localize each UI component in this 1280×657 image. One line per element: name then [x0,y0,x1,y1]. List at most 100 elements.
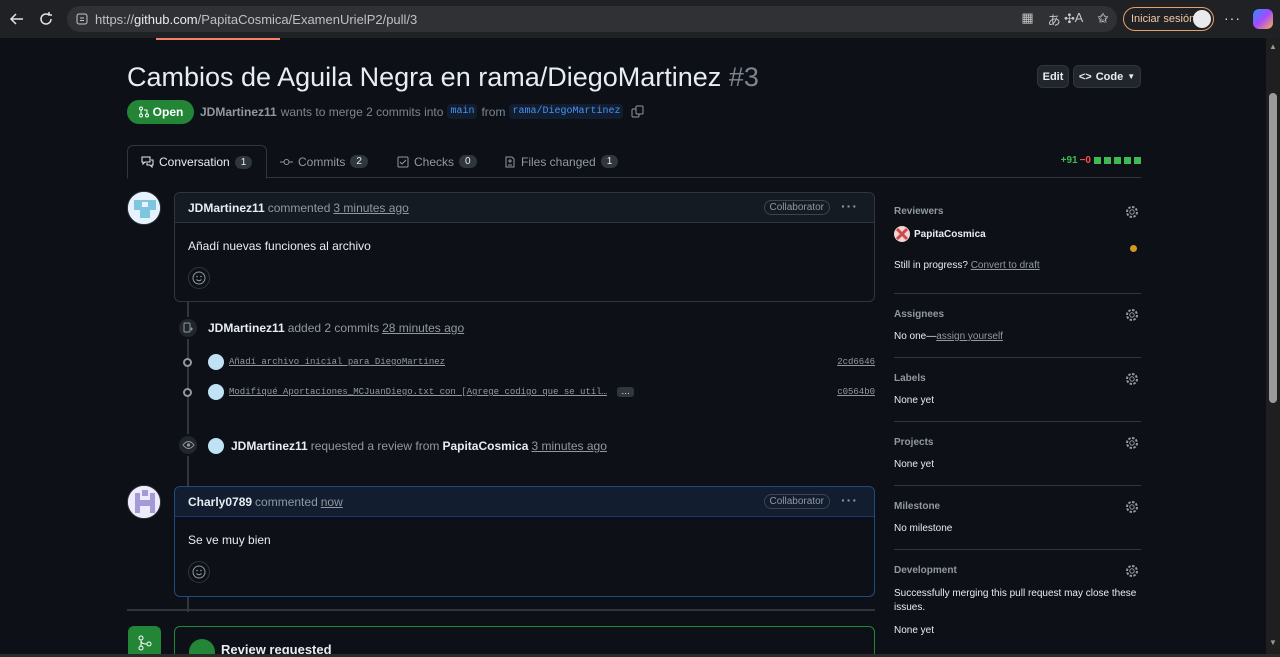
url-text: https://github.com/PapitaCosmica/ExamenU… [95,11,418,27]
tab-count: 1 [600,155,619,168]
page-scrollbar[interactable]: ▲ ▼ [1266,38,1280,654]
avatar[interactable] [127,191,161,225]
commits-event: JDMartinez11 added 2 commits 28 minutes … [208,321,464,335]
diffstat: +91 −0 [1061,155,1141,166]
add-reaction-button[interactable] [188,267,210,289]
profile-avatar-icon [1193,10,1211,28]
gear-icon[interactable] [1125,436,1139,450]
commit-dot-icon [183,357,192,367]
favorites-icon[interactable]: ✩ [1097,10,1109,27]
eye-icon [177,434,199,456]
reload-icon[interactable] [35,8,57,30]
gear-icon[interactable] [1125,308,1139,322]
event-author[interactable]: JDMartinez11 [208,321,285,335]
commit-author-avatar[interactable] [208,384,224,400]
smiley-icon [192,271,206,285]
pr-author-link[interactable]: JDMartinez11 [200,105,277,119]
add-reaction-button[interactable] [188,561,210,583]
scrollbar-thumb[interactable] [1269,93,1277,403]
pr-meta: JDMartinez11 wants to merge 2 commits in… [200,104,644,119]
labels-value: None yet [894,395,935,406]
tab-commits[interactable]: Commits 2 [280,145,368,178]
checklist-icon [397,156,409,167]
copy-icon[interactable] [631,105,644,118]
gear-icon[interactable] [1125,500,1139,514]
site-info-icon[interactable] [75,12,89,26]
comment-box: JDMartinez11 commented 3 minutes ago Col… [174,192,875,302]
event-author[interactable]: JDMartinez11 [231,439,308,453]
tab-checks[interactable]: Checks 0 [397,145,477,178]
commit-message[interactable]: Añadí archivo inicial para DiegoMartinez [229,357,445,367]
diffstat-block [1104,157,1111,164]
event-author-avatar[interactable] [208,438,224,454]
projects-section: Projects None yet [894,437,1141,486]
assign-yourself-link[interactable]: assign yourself [936,331,1003,342]
comment-action: commented [255,494,318,509]
comment-time[interactable]: now [321,495,343,509]
address-bar[interactable]: https://github.com/PapitaCosmica/ExamenU… [67,6,1117,32]
development-text: Successfully merging this pull request m… [894,588,1137,613]
assignees-heading: Assignees [894,309,945,320]
timeline-divider [127,609,875,611]
gear-icon[interactable] [1125,564,1139,578]
gear-icon[interactable] [1125,372,1139,386]
gear-icon[interactable] [1125,205,1139,219]
smiley-icon [192,565,206,579]
milestone-heading: Milestone [894,501,941,512]
kebab-menu-icon[interactable]: ··· [841,492,858,508]
browser-menu-icon[interactable]: ··· [1224,10,1241,26]
development-value: None yet [894,625,935,636]
assignees-section: Assignees No one—assign yourself [894,309,1141,358]
translate-icon[interactable]: あ [1048,10,1061,29]
head-branch[interactable]: rama/DiegoMartinez [509,104,624,119]
convert-to-draft-link[interactable]: Convert to draft [971,260,1040,271]
read-aloud-icon[interactable]: A [1075,10,1084,29]
tab-files-changed[interactable]: Files changed 1 [504,145,619,178]
kebab-menu-icon[interactable]: ··· [841,198,858,214]
collaborator-badge: Collaborator [763,494,830,509]
comment-action: commented [267,200,331,215]
pending-status-dot [1130,245,1137,252]
check-circle-icon [189,639,215,654]
comment-author[interactable]: Charly0789 [188,495,252,509]
commit-message[interactable]: Modifiqué Aportaciones_MCJuanDiego.txt c… [229,387,607,397]
comment-time[interactable]: 3 minutes ago [333,201,408,215]
pr-title: Cambios de Aguila Negra en rama/DiegoMar… [127,62,759,93]
base-branch[interactable]: main [447,104,478,119]
scroll-up-icon[interactable]: ▲ [1269,42,1277,51]
commit-sha[interactable]: c0564b0 [837,387,875,397]
comment-author[interactable]: JDMartinez11 [188,201,265,215]
back-icon[interactable] [6,8,28,30]
code-button[interactable]: <> Code ▼ [1073,65,1141,88]
signin-button[interactable]: Iniciar sesión [1123,7,1214,31]
extensions-icon[interactable]: ✣ [1064,11,1075,27]
pr-title-text: Cambios de Aguila Negra en rama/DiegoMar… [127,62,722,92]
event-time[interactable]: 3 minutes ago [531,439,606,453]
pr-state-badge: Open [127,100,194,124]
labels-heading: Labels [894,373,926,384]
commit-sha[interactable]: 2cd6646 [837,357,875,367]
tab-conversation[interactable]: Conversation 1 [127,145,268,179]
scroll-down-icon[interactable]: ▼ [1269,638,1277,647]
diffstat-block [1124,157,1131,164]
avatar[interactable] [127,485,161,519]
event-reviewer[interactable]: PapitaCosmica [442,439,528,453]
diffstat-block [1134,157,1141,164]
diffstat-block [1114,157,1121,164]
comment-header: Charly0789 commented now Collaborator ··… [175,487,874,517]
edit-button[interactable]: Edit [1037,65,1069,88]
collaborator-badge: Collaborator [763,200,830,215]
comment-header: JDMartinez11 commented 3 minutes ago Col… [175,193,874,223]
commit-row: Añadí archivo inicial para DiegoMartinez… [183,352,875,372]
draft-prompt: Still in progress? Convert to draft [894,260,1040,271]
pr-tabs: Conversation 1 Commits 2 Checks 0 Files … [127,145,1141,179]
event-time[interactable]: 28 minutes ago [382,321,464,335]
development-heading: Development [894,565,957,576]
caret-down-icon: ▼ [1127,72,1136,81]
expand-message-button[interactable]: … [617,387,635,397]
copilot-icon[interactable] [1253,9,1273,29]
event-action: requested a review from [310,439,440,453]
commit-author-avatar[interactable] [208,354,224,370]
reviewer-item[interactable]: PapitaCosmica [894,226,986,242]
app-icon[interactable]: ▦ [1021,10,1033,29]
